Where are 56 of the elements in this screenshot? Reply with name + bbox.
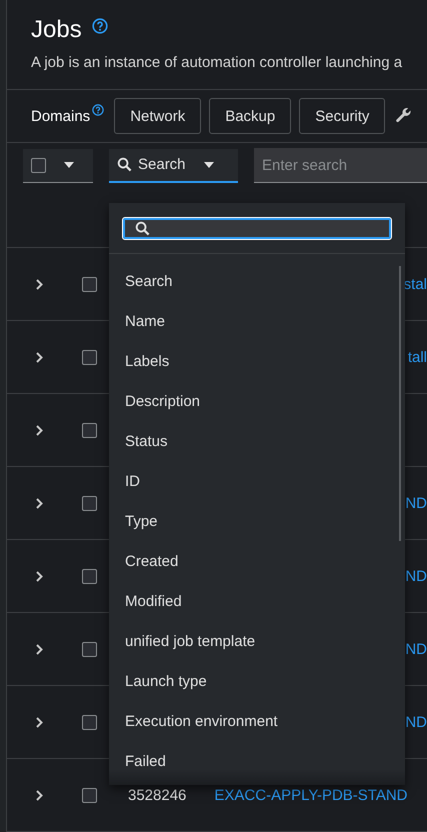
menu-item[interactable]: Status: [109, 431, 405, 471]
help-icon[interactable]: [92, 18, 108, 34]
domain-button[interactable]: Security: [299, 98, 386, 134]
row-checkbox[interactable]: [82, 496, 97, 510]
checkbox[interactable]: [31, 158, 46, 173]
menu-item[interactable]: Search: [109, 271, 405, 311]
expand-chevron-icon[interactable]: [36, 644, 43, 654]
expand-chevron-icon[interactable]: [36, 716, 43, 728]
expand-chevron-icon[interactable]: [36, 790, 43, 800]
filter-label: Search: [138, 156, 186, 174]
menu-item[interactable]: Type: [109, 511, 405, 551]
help-icon[interactable]: [92, 104, 104, 116]
search-field[interactable]: Enter search: [254, 148, 427, 184]
menu-item[interactable]: Name: [109, 311, 405, 351]
job-name-link[interactable]: ND: [405, 714, 427, 730]
row-checkbox[interactable]: [82, 788, 97, 802]
job-name-link[interactable]: stal: [404, 276, 427, 292]
menu-search-field[interactable]: [123, 218, 391, 239]
search-icon: [117, 157, 132, 172]
job-name-link[interactable]: ND: [405, 568, 427, 584]
expand-chevron-icon[interactable]: [36, 424, 43, 436]
filter-dropdown[interactable]: Search: [109, 148, 238, 183]
menu-item[interactable]: Launch type: [109, 671, 405, 711]
job-name-link[interactable]: ND: [405, 640, 427, 658]
row-checkbox[interactable]: [82, 568, 97, 584]
row-checkbox[interactable]: [82, 642, 97, 656]
row-checkbox[interactable]: [82, 422, 97, 438]
caret-icon: [64, 162, 74, 168]
page-description: A job is an instance of automation controller launching a: [31, 54, 404, 71]
job-name-link[interactable]: ND: [405, 494, 427, 512]
caret-icon: [204, 162, 214, 168]
menu-item[interactable]: Execution environment: [109, 711, 405, 751]
expand-chevron-icon[interactable]: [36, 570, 43, 582]
bulk-select[interactable]: [23, 148, 93, 183]
expand-chevron-icon[interactable]: [36, 498, 43, 508]
job-name-link[interactable]: EXACC-APPLY-PDB-STAND: [214, 786, 408, 804]
menu-item[interactable]: Failed: [109, 751, 405, 785]
menu-item[interactable]: Labels: [109, 351, 405, 391]
menu-item[interactable]: Description: [109, 391, 405, 431]
domains-label: Domains: [31, 108, 90, 125]
expand-chevron-icon[interactable]: [36, 352, 43, 362]
menu-item[interactable]: Created: [109, 551, 405, 591]
row-checkbox[interactable]: [82, 276, 97, 292]
menu-item[interactable]: ID: [109, 471, 405, 511]
domain-button[interactable]: Backup: [209, 98, 292, 134]
search-icon: [135, 221, 150, 236]
row-checkbox[interactable]: [82, 714, 97, 730]
row-checkbox[interactable]: [82, 350, 97, 364]
menu-item[interactable]: Modified: [109, 591, 405, 631]
domain-button[interactable]: Network: [114, 98, 202, 134]
menu-item[interactable]: unified job template: [109, 631, 405, 671]
page-title: Jobs: [31, 16, 82, 44]
job-id: 3528246: [128, 786, 186, 804]
scrollbar[interactable]: [399, 266, 401, 541]
job-name-link[interactable]: tall: [408, 348, 427, 366]
expand-chevron-icon[interactable]: [36, 278, 43, 290]
